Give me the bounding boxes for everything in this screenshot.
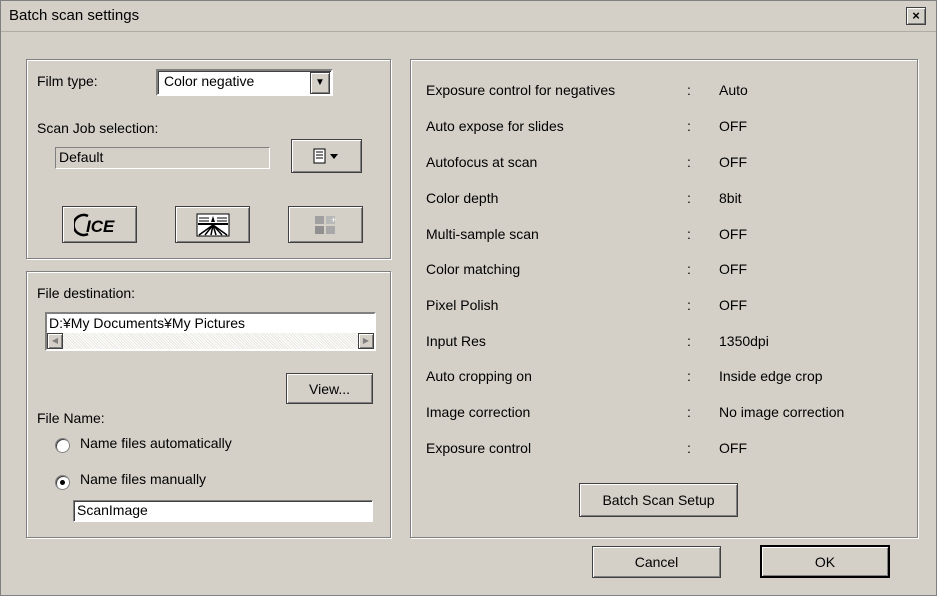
name-auto-radio[interactable]	[55, 438, 70, 453]
setting-value: 8bit	[719, 190, 742, 206]
name-manual-radio[interactable]	[55, 475, 70, 490]
setting-value: OFF	[719, 154, 747, 170]
file-destination-label: File destination:	[37, 285, 136, 301]
cancel-button[interactable]: Cancel	[592, 546, 721, 578]
svg-text:+: +	[331, 215, 336, 225]
setting-colon: :	[687, 226, 691, 242]
setting-colon: :	[687, 333, 691, 349]
setting-name: Exposure control for negatives	[426, 82, 616, 98]
setting-value: OFF	[719, 226, 747, 242]
setting-name: Input Res	[426, 333, 486, 349]
close-button[interactable]: ×	[906, 7, 926, 25]
ice-icon-text: ICE	[86, 217, 115, 236]
scroll-right-icon[interactable]: ▶	[358, 333, 374, 349]
setting-value: Inside edge crop	[719, 368, 823, 384]
settings-summary-group: Exposure control for negatives: Auto Auto …	[410, 59, 918, 538]
chevron-down-icon[interactable]: ▼	[310, 72, 330, 94]
film-type-label: Film type:	[37, 73, 98, 89]
batch-scan-setup-button[interactable]: Batch Scan Setup	[579, 483, 738, 517]
window-title: Batch scan settings	[9, 7, 140, 24]
setting-value: 1350dpi	[719, 333, 769, 349]
scan-job-value: Default	[59, 149, 104, 165]
horizontal-scrollbar[interactable]: ◀ ▶	[47, 333, 374, 349]
batch-scan-settings-dialog: Batch scan settings × Film type: Color n…	[0, 0, 937, 596]
setting-name: Autofocus at scan	[426, 154, 538, 170]
scroll-left-icon[interactable]: ◀	[47, 333, 63, 349]
color-restore-icon: +	[314, 215, 336, 234]
setting-name: Color matching	[426, 261, 521, 277]
film-group: Film type: Color negative ▼ Scan Job sel…	[26, 59, 391, 259]
setting-colon: :	[687, 297, 691, 313]
file-name-label: File Name:	[37, 410, 105, 426]
setting-name: Pixel Polish	[426, 297, 499, 313]
file-destination-box[interactable]: D:¥My Documents¥My Pictures ◀ ▶	[45, 312, 376, 351]
film-type-select[interactable]: Color negative ▼	[156, 69, 333, 96]
job-menu-icon	[313, 148, 338, 164]
setting-colon: :	[687, 118, 691, 134]
setting-colon: :	[687, 368, 691, 384]
grain-dissolver-button[interactable]	[175, 206, 250, 243]
setting-name: Color depth	[426, 190, 499, 206]
file-name-value: ScanImage	[77, 502, 148, 518]
setting-name: Image correction	[426, 404, 531, 420]
setting-name: Auto expose for slides	[426, 118, 564, 134]
setting-colon: :	[687, 404, 691, 420]
setting-colon: :	[687, 154, 691, 170]
ok-button[interactable]: OK	[760, 545, 890, 578]
setting-colon: :	[687, 440, 691, 456]
scan-job-menu-button[interactable]	[291, 139, 362, 173]
title-bar[interactable]: Batch scan settings ×	[1, 1, 936, 32]
setting-value: OFF	[719, 261, 747, 277]
name-manual-label[interactable]: Name files manually	[80, 471, 206, 487]
file-group: File destination: D:¥My Documents¥My Pic…	[26, 271, 391, 538]
setting-colon: :	[687, 261, 691, 277]
scan-job-label: Scan Job selection:	[37, 120, 159, 136]
film-type-value: Color negative	[164, 73, 255, 89]
setting-value: OFF	[719, 118, 747, 134]
ice-button[interactable]: ICE	[62, 206, 137, 243]
view-button[interactable]: View...	[286, 373, 373, 404]
setting-name: Exposure control	[426, 440, 532, 456]
setting-colon: :	[687, 190, 691, 206]
setting-value: Auto	[719, 82, 748, 98]
color-restore-button[interactable]: +	[288, 206, 363, 243]
setting-value: OFF	[719, 440, 747, 456]
setting-name: Multi-sample scan	[426, 226, 539, 242]
file-name-input[interactable]: ScanImage	[73, 500, 373, 522]
setting-value: OFF	[719, 297, 747, 313]
setting-name: Auto cropping on	[426, 368, 532, 384]
setting-colon: :	[687, 82, 691, 98]
file-destination-path: D:¥My Documents¥My Pictures	[49, 315, 246, 331]
grain-dissolver-icon	[196, 213, 229, 236]
scan-job-field: Default	[55, 147, 270, 169]
name-auto-label[interactable]: Name files automatically	[80, 435, 232, 451]
setting-value: No image correction	[719, 404, 845, 420]
ice-icon: ICE	[73, 213, 115, 236]
